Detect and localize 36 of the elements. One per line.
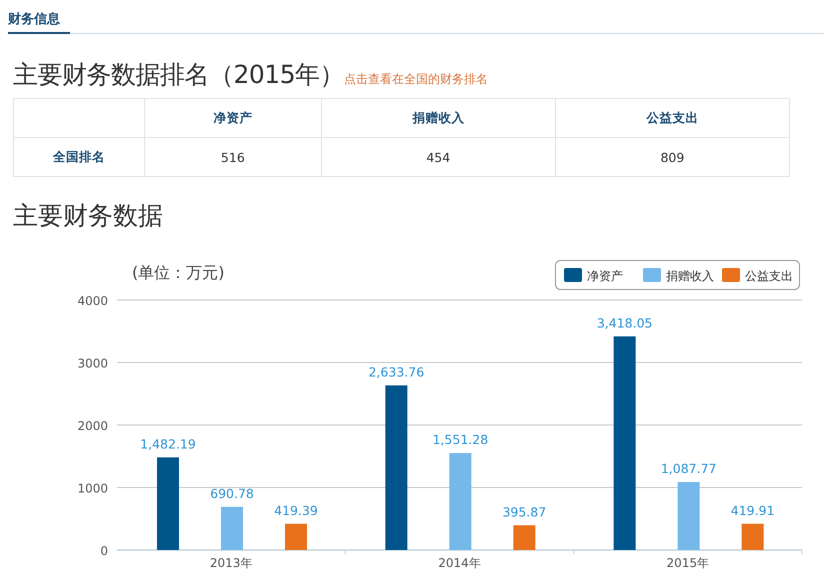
bar xyxy=(513,525,536,550)
data-label: 419.39 xyxy=(274,502,318,518)
column-header: 净资产 xyxy=(144,98,322,138)
axis-tick-label: 3000 xyxy=(77,356,108,370)
axis-tick-label: 2000 xyxy=(77,419,108,433)
bar xyxy=(742,524,764,550)
data-label: 419.91 xyxy=(730,502,775,518)
data-label: 690.78 xyxy=(210,486,254,501)
legend-label: 公益支出 xyxy=(745,269,793,283)
unit-label: (单位：万元) xyxy=(132,263,224,282)
section-tab[interactable]: 财务信息 xyxy=(8,0,70,34)
section-title: 主要财务数据 xyxy=(13,200,164,232)
data-label: 1,551.28 xyxy=(432,432,488,448)
table-cell: 454 xyxy=(321,138,556,176)
axis-category-label: 2015年 xyxy=(666,556,710,570)
data-label: 1,482.19 xyxy=(140,436,196,452)
axis-tick-label: 1000 xyxy=(77,482,108,496)
legend-label: 净资产 xyxy=(587,269,623,283)
data-label: 395.87 xyxy=(502,504,546,520)
column-header: 捐赠收入 xyxy=(321,98,556,138)
axis-category-label: 2014年 xyxy=(438,556,481,570)
data-label: 1,087.77 xyxy=(660,461,716,476)
section-title: 主要财务数据排名（2015年） xyxy=(13,59,344,91)
bar xyxy=(285,524,307,550)
data-label: 3,418.05 xyxy=(596,315,652,330)
table-cell: 516 xyxy=(144,138,322,176)
axis-category-label: 2013年 xyxy=(210,556,252,570)
bar xyxy=(221,506,243,550)
row-header: 全国排名 xyxy=(14,138,144,176)
column-header: 公益支出 xyxy=(555,98,790,138)
bar xyxy=(678,482,700,550)
table-cell: 809 xyxy=(555,138,790,176)
axis-tick-label: 4000 xyxy=(77,294,108,308)
legend-label: 捐赠收入 xyxy=(666,269,714,283)
axis-tick-label: 0 xyxy=(100,544,108,558)
data-label: 2,633.76 xyxy=(368,364,424,380)
